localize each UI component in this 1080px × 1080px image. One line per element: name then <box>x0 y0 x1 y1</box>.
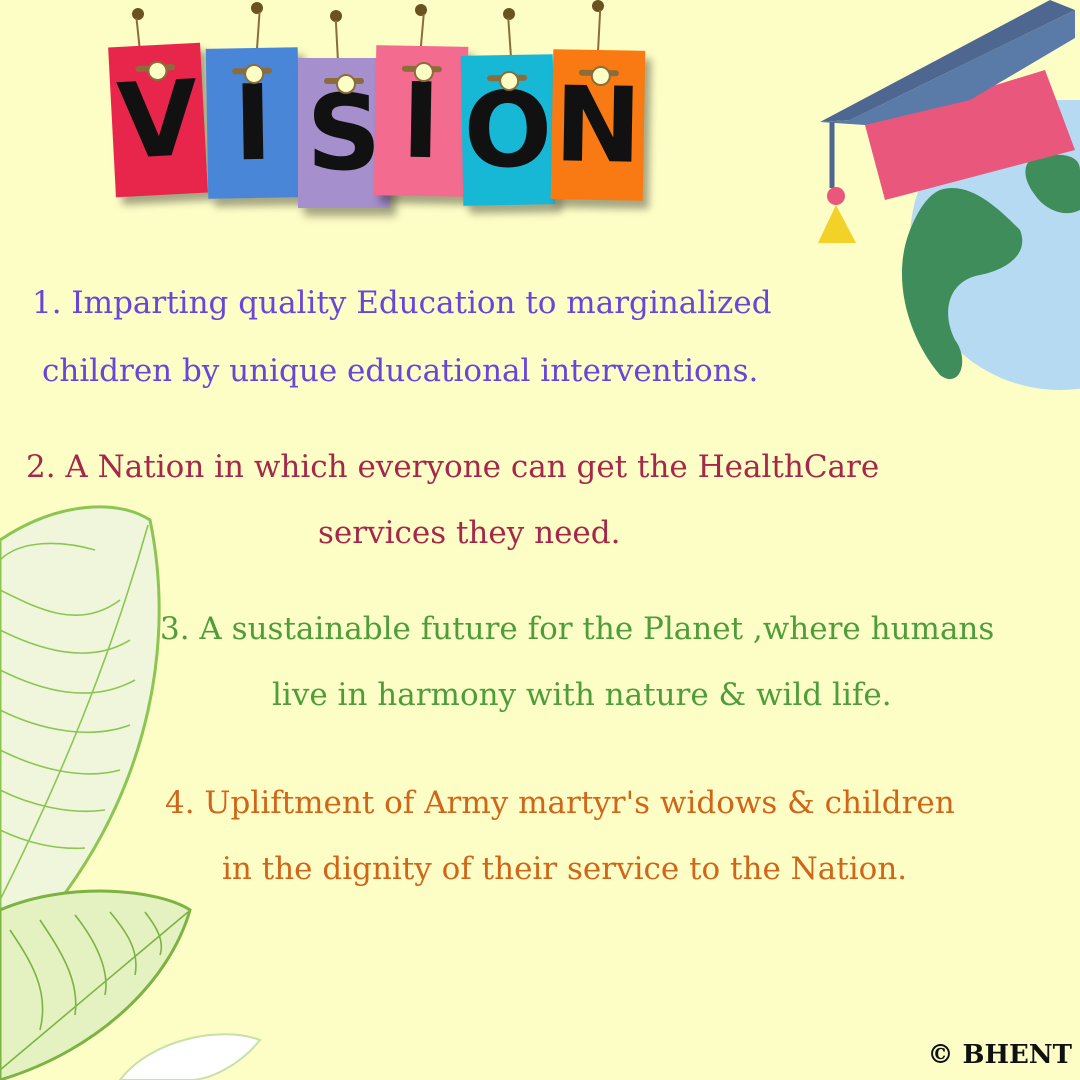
pin-icon <box>592 0 604 12</box>
point-3-line-1: 3. A sustainable future for the Planet ,… <box>160 611 995 647</box>
letter-tag-i: I <box>205 47 301 199</box>
letter-i: I <box>232 61 274 185</box>
pin-icon <box>251 2 263 14</box>
letter-tag-o: O <box>460 54 556 206</box>
point-1-line-1: 1. Imparting quality Education to margin… <box>32 285 772 321</box>
letter-o: O <box>462 68 554 192</box>
copyright-text: © BHENT <box>927 1040 1072 1070</box>
point-2-line-2: services they need. <box>318 515 621 551</box>
letter-v: V <box>114 56 202 184</box>
letter-n: N <box>553 63 643 187</box>
point-2-line-1: 2. A Nation in which everyone can get th… <box>26 449 880 485</box>
vision-poster: V I S I O N 1. Imparting quality Educati… <box>0 0 1080 1080</box>
point-3-line-2: live in harmony with nature & wild life. <box>272 677 892 713</box>
pin-icon <box>132 8 144 20</box>
letter-tag-v: V <box>108 42 208 198</box>
vision-title: V I S I O N <box>108 0 670 230</box>
pin-icon <box>415 4 427 16</box>
letter-tag-n: N <box>550 49 646 201</box>
point-1-line-2: children by unique educational intervent… <box>42 353 759 389</box>
letter-tag-i2: I <box>373 45 469 197</box>
graduation-cap-icon <box>818 0 1075 243</box>
letter-s: S <box>306 72 382 194</box>
letter-i2: I <box>400 59 442 183</box>
point-4-line-2: in the dignity of their service to the N… <box>222 851 908 887</box>
point-4-line-1: 4. Upliftment of Army martyr's widows & … <box>165 785 955 821</box>
leaf-decoration <box>0 505 262 1080</box>
